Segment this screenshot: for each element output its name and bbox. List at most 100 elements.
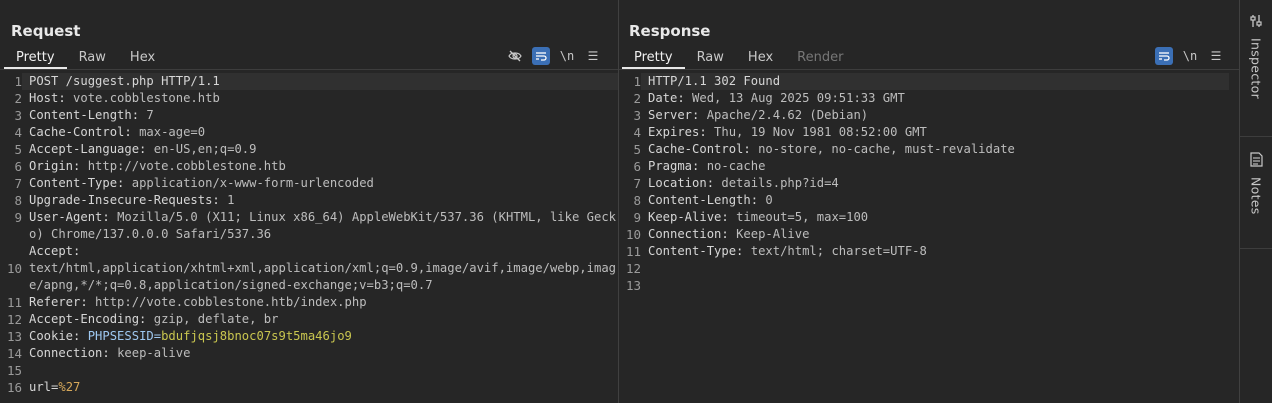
line-number: 12: [625, 261, 641, 276]
line-number: 9: [633, 210, 641, 225]
request-editor[interactable]: 1 POST /suggest.php HTTP/1.1 2 Host: vote.…: [0, 73, 618, 403]
editor-line: 7 Location: details.php?id=4: [619, 175, 1239, 192]
sidebar-item-notes[interactable]: Notes: [1240, 152, 1272, 215]
hide-nonprintable-button[interactable]: [506, 47, 524, 65]
sidebar-item-inspector[interactable]: Inspector: [1240, 14, 1272, 99]
line-number: 10: [6, 261, 22, 276]
editor-line: 8 Content-Length: 0: [619, 192, 1239, 209]
header-name: Connection:: [29, 346, 118, 360]
response-editor[interactable]: 1 HTTP/1.1 302 Found 2 Date: Wed, 13 Aug 2…: [619, 73, 1239, 403]
header-value: http://vote.cobblestone.htb/index.php: [95, 295, 367, 309]
header-name: Expires:: [648, 125, 715, 139]
header-name: Referer:: [29, 295, 96, 309]
line-number: 1: [633, 74, 641, 89]
request-pane: Request Pretty Raw Hex \n ☰ 1 POST /sugge…: [0, 0, 618, 403]
editor-line: 5 Accept-Language: en-US,en;q=0.9: [0, 141, 618, 158]
header-value: http://vote.cobblestone.htb: [87, 159, 286, 173]
editor-line: 8 Upgrade-Insecure-Requests: 1: [0, 192, 618, 209]
sidebar-separator: [1240, 248, 1272, 249]
line-number: 15: [6, 363, 22, 378]
line-number: 8: [633, 193, 641, 208]
header-value: timeout=5, max=100: [736, 210, 869, 224]
sidebar-separator: [1240, 136, 1272, 137]
line-number: 5: [14, 142, 22, 157]
header-value: max-age=0: [139, 125, 206, 139]
header-name: Host:: [29, 91, 74, 105]
editor-line: 11 Content-Type: text/html; charset=UTF-8: [619, 243, 1239, 260]
editor-line: 3 Server: Apache/2.4.62 (Debian): [619, 107, 1239, 124]
editor-line: 13 Cookie: PHPSESSID=bdufjqsj8bnoc07s9t5m…: [0, 328, 618, 345]
inspector-icon: [1250, 15, 1262, 27]
sidebar-label-inspector: Inspector: [1248, 38, 1264, 100]
request-title: Request: [11, 22, 81, 40]
editor-line: 9 Keep-Alive: timeout=5, max=100: [619, 209, 1239, 226]
request-menu-button[interactable]: ☰: [584, 47, 602, 65]
header-value: text/html,application/xhtml+xml,applicat…: [29, 261, 616, 292]
header-name: User-Agent:: [29, 210, 118, 224]
request-tab-raw[interactable]: Raw: [67, 46, 118, 69]
response-menu-button[interactable]: ☰: [1207, 47, 1225, 65]
line-number: 5: [633, 142, 641, 157]
request-tab-hex[interactable]: Hex: [118, 46, 167, 69]
request-tab-pretty[interactable]: Pretty: [4, 46, 67, 69]
line-number: 7: [633, 176, 641, 191]
response-title: Response: [629, 22, 711, 40]
request-line: POST /suggest.php HTTP/1.1: [29, 74, 220, 88]
word-wrap-button[interactable]: [1155, 47, 1173, 65]
header-value: vote.cobblestone.htb: [73, 91, 220, 105]
cookie-name: PHPSESSID: [87, 329, 154, 343]
line-number: 2: [633, 91, 641, 106]
response-tab-divider: [619, 69, 1239, 70]
header-value: Thu, 19 Nov 1981 08:52:00 GMT: [714, 125, 927, 139]
response-tabs: Pretty Raw Hex Render: [622, 46, 855, 69]
editor-line: 9 User-Agent: Mozilla/5.0 (X11; Linux x86…: [0, 209, 618, 243]
header-value: en-US,en;q=0.9: [153, 142, 257, 156]
header-name: Origin:: [29, 159, 88, 173]
editor-line: 5 Cache-Control: no-store, no-cache, must…: [619, 141, 1239, 158]
line-number: 16: [6, 380, 22, 395]
editor-line: 3 Content-Length: 7: [0, 107, 618, 124]
response-tab-render[interactable]: Render: [785, 46, 855, 69]
notes-icon: [1249, 152, 1263, 167]
header-name: Accept:: [29, 244, 88, 258]
editor-line: 11 Referer: http://vote.cobblestone.htb/i…: [0, 294, 618, 311]
status-line: HTTP/1.1 302 Found: [648, 74, 781, 88]
request-tab-divider: [0, 69, 618, 70]
header-value: keep-alive: [117, 346, 191, 360]
line-number: 12: [6, 312, 22, 327]
cookie-value: bdufjqsj8bnoc07s9t5ma46jo9: [161, 329, 352, 343]
editor-line: 15: [0, 362, 618, 379]
request-tabs: Pretty Raw Hex: [4, 46, 167, 69]
header-value: gzip, deflate, br: [153, 312, 279, 326]
header-name: Server:: [648, 108, 707, 122]
editor-line: 12 Accept-Encoding: gzip, deflate, br: [0, 311, 618, 328]
editor-line: 2 Date: Wed, 13 Aug 2025 09:51:33 GMT: [619, 90, 1239, 107]
response-tab-raw[interactable]: Raw: [685, 46, 736, 69]
header-name: Content-Length:: [29, 108, 147, 122]
editor-line: 6 Origin: http://vote.cobblestone.htb: [0, 158, 618, 175]
header-name: Connection:: [648, 227, 737, 241]
line-number: 4: [14, 125, 22, 140]
editor-line: 10 Connection: Keep-Alive: [619, 226, 1239, 243]
header-name: Upgrade-Insecure-Requests:: [29, 193, 228, 207]
sidebar-label-notes: Notes: [1248, 177, 1264, 215]
line-number: 3: [14, 108, 22, 123]
header-name: Accept-Encoding:: [29, 312, 154, 326]
header-value: Apache/2.4.62 (Debian): [706, 108, 869, 122]
wrap-icon: [536, 52, 547, 61]
response-tab-pretty[interactable]: Pretty: [622, 46, 685, 69]
eye-slash-icon: [508, 50, 522, 62]
header-name: Keep-Alive:: [648, 210, 737, 224]
line-number: 6: [14, 159, 22, 174]
newline-toggle-button[interactable]: \n: [558, 47, 576, 65]
header-name: Accept-Language:: [29, 142, 154, 156]
editor-line: 16 url=%27: [0, 379, 618, 396]
response-tab-hex[interactable]: Hex: [736, 46, 785, 69]
newline-toggle-button[interactable]: \n: [1181, 47, 1199, 65]
header-name: Pragma:: [648, 159, 707, 173]
line-number: 14: [6, 346, 22, 361]
editor-line: 4 Expires: Thu, 19 Nov 1981 08:52:00 GMT: [619, 124, 1239, 141]
word-wrap-button[interactable]: [532, 47, 550, 65]
editor-line: 2 Host: vote.cobblestone.htb: [0, 90, 618, 107]
cookie-equals: =: [153, 329, 162, 343]
